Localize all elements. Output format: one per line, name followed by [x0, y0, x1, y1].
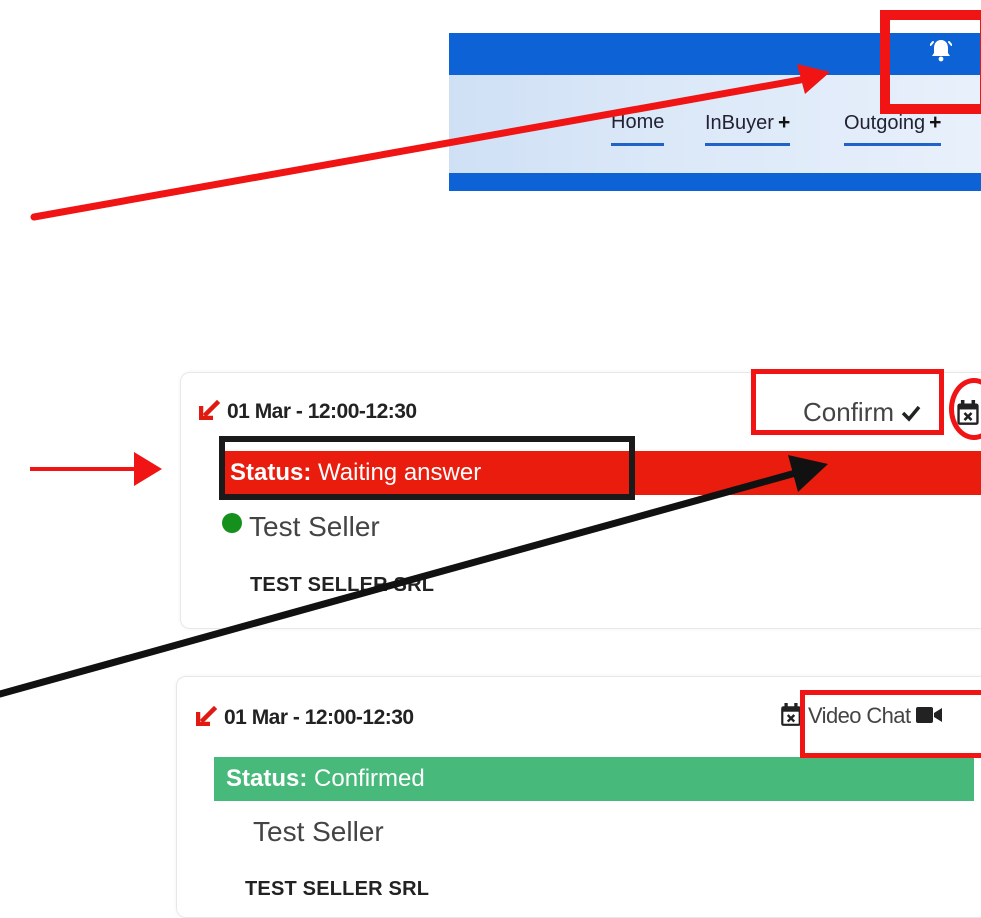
company-name: TEST SELLER SRL [250, 574, 435, 596]
bell-highlight-box [880, 10, 981, 114]
arrow-down-left-icon [196, 706, 218, 726]
bottom-bar [449, 173, 981, 191]
nav-item-home[interactable]: Home [611, 111, 665, 146]
green-dot-icon [222, 513, 242, 533]
nav-item-outgoing[interactable]: Outgoing + [844, 111, 942, 146]
confirm-highlight-box [751, 369, 944, 435]
calendar-x-icon[interactable] [780, 703, 802, 727]
status-value: Confirmed [314, 765, 425, 792]
plus-icon: + [929, 111, 942, 134]
seller-name: Test Seller [253, 816, 384, 847]
plus-icon: + [777, 111, 791, 134]
status-highlight-box [219, 436, 635, 500]
meeting-time: 01 Mar - 12:00-12:30 [199, 400, 417, 424]
nav-item-label: Home [611, 111, 665, 133]
arrow-down-left-icon [199, 400, 221, 420]
status-label: Status: [226, 765, 308, 792]
arrow-head [134, 452, 162, 486]
video-chat-highlight-box [800, 690, 981, 758]
nav-item-inbuyer[interactable]: InBuyer + [705, 111, 791, 146]
nav-item-label: InBuyer [705, 112, 774, 134]
company-name: TEST SELLER SRL [245, 878, 430, 900]
seller-name: Test Seller [221, 511, 380, 543]
status-bar: Status: Confirmed [214, 757, 974, 801]
meeting-time: 01 Mar - 12:00-12:30 [196, 706, 414, 730]
nav-item-label: Outgoing [844, 112, 926, 134]
